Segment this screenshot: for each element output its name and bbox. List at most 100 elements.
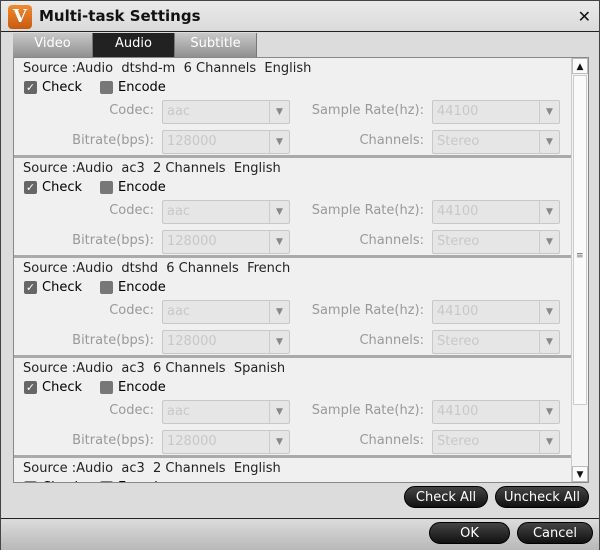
encode-label: Encode	[118, 180, 166, 195]
channels-select[interactable]: Stereo ▼	[432, 130, 560, 154]
codec-value: aac	[167, 204, 191, 219]
bitrate-select[interactable]: 128000 ▼	[162, 130, 290, 154]
encode-checkbox[interactable]: Encode	[100, 180, 166, 195]
chevron-down-icon: ▼	[539, 131, 559, 153]
bitrate-label: Bitrate(bps):	[72, 333, 154, 348]
close-icon[interactable]: ✕	[578, 7, 591, 26]
scroll-up-icon[interactable]: ▲	[572, 58, 588, 74]
checkbox-icon[interactable]: ✓	[24, 181, 37, 194]
checkbox-icon[interactable]: ✓	[24, 381, 37, 394]
chevron-down-icon: ▼	[539, 231, 559, 253]
bitrate-select[interactable]: 128000 ▼	[162, 330, 290, 354]
tab-video[interactable]: Video	[13, 33, 93, 57]
audio-track-item: Source :Audio dtshd-m 6 Channels English…	[14, 58, 572, 158]
codec-select[interactable]: aac ▼	[162, 300, 290, 324]
check-checkbox[interactable]: Check	[24, 480, 82, 482]
chevron-down-icon: ▼	[269, 301, 289, 323]
dialog-title: Multi-task Settings	[39, 7, 201, 25]
source-label: Source :Audio ac3 2 Channels English	[23, 461, 281, 476]
audio-track-list: Source :Audio dtshd-m 6 Channels English…	[14, 58, 572, 482]
multi-task-settings-dialog: V Multi-task Settings ✕ Video Audio Subt…	[0, 0, 600, 550]
audio-track-item: Source :Audio ac3 6 Channels Spanish ✓ Ch…	[14, 358, 572, 458]
check-checkbox[interactable]: ✓ Check	[24, 80, 82, 95]
channels-value: Stereo	[437, 134, 480, 149]
sample-rate-label: Sample Rate(hz):	[311, 203, 424, 218]
channels-value: Stereo	[437, 434, 480, 449]
vertical-scrollbar[interactable]: ▲ ≡ ▼	[571, 58, 588, 482]
channels-select[interactable]: Stereo ▼	[432, 330, 560, 354]
channels-label: Channels:	[359, 433, 424, 448]
codec-select[interactable]: aac ▼	[162, 100, 290, 124]
checkbox-icon[interactable]	[100, 381, 113, 394]
uncheck-all-button[interactable]: Uncheck All	[495, 486, 589, 508]
bitrate-select[interactable]: 128000 ▼	[162, 430, 290, 454]
audio-track-item: Source :Audio dtshd 6 Channels French ✓ C…	[14, 258, 572, 358]
sample-rate-value: 44100	[437, 304, 479, 319]
check-label: Check	[42, 380, 82, 395]
codec-label: Codec:	[109, 103, 154, 118]
encode-label: Encode	[118, 80, 166, 95]
cancel-button[interactable]: Cancel	[517, 522, 593, 544]
source-label: Source :Audio dtshd 6 Channels French	[23, 261, 291, 276]
checkbox-icon[interactable]	[100, 181, 113, 194]
chevron-down-icon: ▼	[269, 431, 289, 453]
checkbox-icon[interactable]	[100, 281, 113, 294]
bitrate-select[interactable]: 128000 ▼	[162, 230, 290, 254]
codec-select[interactable]: aac ▼	[162, 400, 290, 424]
codec-label: Codec:	[109, 303, 154, 318]
check-checkbox[interactable]: ✓ Check	[24, 280, 82, 295]
codec-value: aac	[167, 304, 191, 319]
chevron-down-icon: ▼	[539, 401, 559, 423]
check-checkbox[interactable]: ✓ Check	[24, 380, 82, 395]
channels-label: Channels:	[359, 333, 424, 348]
chevron-down-icon: ▼	[539, 331, 559, 353]
ok-button[interactable]: OK	[429, 522, 510, 544]
checkbox-icon[interactable]	[100, 481, 113, 482]
channels-value: Stereo	[437, 334, 480, 349]
encode-label: Encode	[118, 380, 166, 395]
encode-checkbox[interactable]: Encode	[100, 80, 166, 95]
tab-audio[interactable]: Audio	[93, 33, 175, 57]
scrollbar-thumb[interactable]: ≡	[573, 75, 587, 405]
sample-rate-select[interactable]: 44100 ▼	[432, 400, 560, 424]
audio-track-item: Source :Audio ac3 2 Channels English Che…	[14, 458, 572, 482]
checkbox-icon[interactable]	[24, 481, 37, 482]
check-checkbox[interactable]: ✓ Check	[24, 180, 82, 195]
checkbox-icon[interactable]: ✓	[24, 81, 37, 94]
channels-label: Channels:	[359, 233, 424, 248]
chevron-down-icon: ▼	[269, 101, 289, 123]
chevron-down-icon: ▼	[539, 301, 559, 323]
scroll-down-icon[interactable]: ▼	[572, 466, 588, 482]
footer-bar: OK Cancel	[1, 519, 599, 550]
check-label: Check	[42, 80, 82, 95]
audio-track-item: Source :Audio ac3 2 Channels English ✓ Ch…	[14, 158, 572, 258]
sample-rate-select[interactable]: 44100 ▼	[432, 300, 560, 324]
audio-track-panel: Source :Audio dtshd-m 6 Channels English…	[13, 57, 589, 483]
channels-select[interactable]: Stereo ▼	[432, 430, 560, 454]
codec-label: Codec:	[109, 403, 154, 418]
sample-rate-select[interactable]: 44100 ▼	[432, 100, 560, 124]
chevron-down-icon: ▼	[539, 431, 559, 453]
sample-rate-label: Sample Rate(hz):	[311, 103, 424, 118]
chevron-down-icon: ▼	[269, 331, 289, 353]
bitrate-value: 128000	[167, 134, 217, 149]
chevron-down-icon: ▼	[269, 201, 289, 223]
chevron-down-icon: ▼	[539, 101, 559, 123]
sample-rate-select[interactable]: 44100 ▼	[432, 200, 560, 224]
bitrate-value: 128000	[167, 434, 217, 449]
encode-checkbox[interactable]: Encode	[100, 480, 166, 482]
encode-checkbox[interactable]: Encode	[100, 380, 166, 395]
tab-subtitle[interactable]: Subtitle	[175, 33, 257, 57]
checkbox-icon[interactable]	[100, 81, 113, 94]
channels-select[interactable]: Stereo ▼	[432, 230, 560, 254]
codec-select[interactable]: aac ▼	[162, 200, 290, 224]
sample-rate-value: 44100	[437, 204, 479, 219]
check-all-button[interactable]: Check All	[404, 486, 488, 508]
title-bar: V Multi-task Settings ✕	[1, 1, 599, 32]
codec-value: aac	[167, 404, 191, 419]
bitrate-label: Bitrate(bps):	[72, 133, 154, 148]
bitrate-label: Bitrate(bps):	[72, 233, 154, 248]
encode-checkbox[interactable]: Encode	[100, 280, 166, 295]
checkbox-icon[interactable]: ✓	[24, 281, 37, 294]
source-label: Source :Audio ac3 2 Channels English	[23, 161, 281, 176]
